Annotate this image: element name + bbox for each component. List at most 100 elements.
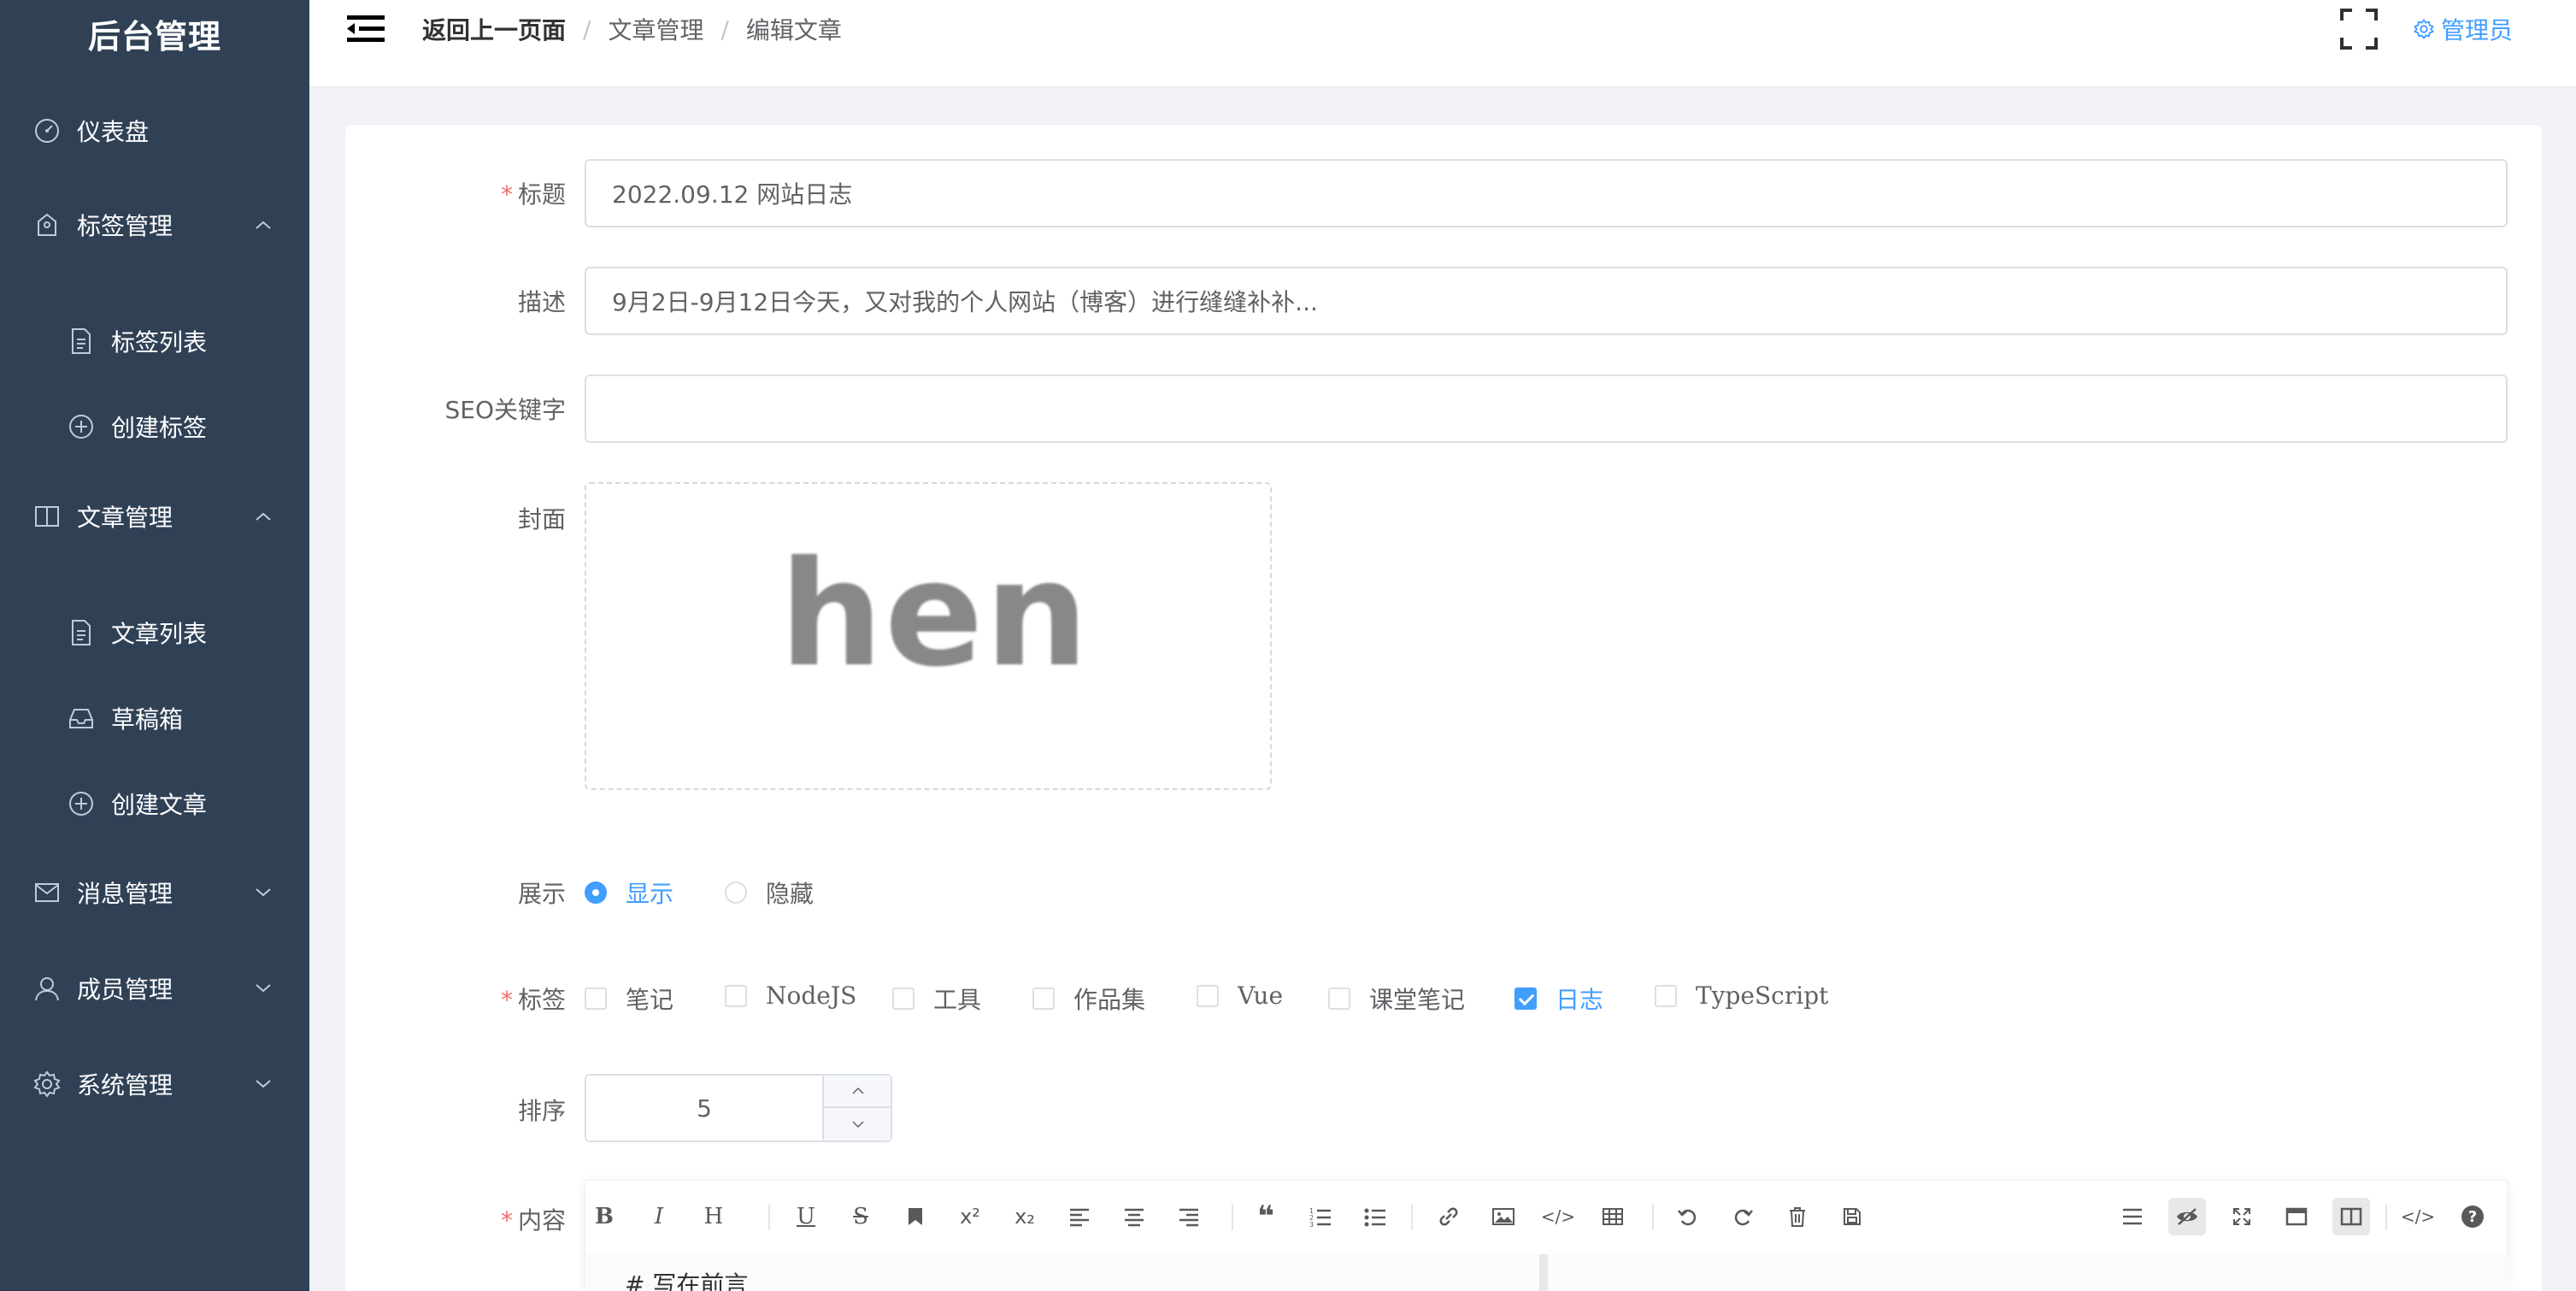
sidebar-item-tag-management[interactable]: 标签管理	[0, 191, 309, 259]
tag-checkbox-nodejs[interactable]: NodeJS	[725, 982, 856, 1010]
align-right-icon[interactable]	[1170, 1198, 1208, 1235]
message-icon	[32, 878, 62, 907]
breadcrumb-item[interactable]: 文章管理	[608, 12, 703, 46]
admin-label: 管理员	[2441, 16, 2514, 44]
unordered-list-icon[interactable]	[1356, 1198, 1394, 1235]
tag-checkbox-vue[interactable]: Vue	[1197, 982, 1283, 1010]
checkbox	[1655, 984, 1677, 1007]
align-center-icon[interactable]	[1115, 1198, 1153, 1235]
table-icon[interactable]	[1594, 1198, 1632, 1235]
description-input[interactable]: 9月2日-9月12日今天，又对我的个人网站（博客）进行缝缝补补...	[585, 267, 2508, 335]
sidebar-item-member-management[interactable]: 成员管理	[0, 954, 309, 1023]
pane-divider[interactable]	[1539, 1254, 1548, 1291]
sidebar-item-label: 文章列表	[111, 620, 208, 648]
sidebar-item-label: 草稿箱	[111, 705, 184, 734]
fullscreen-icon[interactable]	[2223, 1198, 2261, 1235]
editor-toolbar: B I H U S x² x₂ ❝ 123 </> </> ?	[585, 1181, 2508, 1254]
align-left-icon[interactable]	[1061, 1198, 1098, 1235]
app-logo: 后台管理	[87, 18, 221, 56]
quote-icon[interactable]: ❝	[1247, 1198, 1285, 1235]
tag-checkbox-tools[interactable]: 工具	[892, 982, 981, 1016]
italic-icon[interactable]: I	[640, 1198, 678, 1235]
sidebar-item-drafts[interactable]: 草稿箱	[0, 684, 309, 752]
save-icon[interactable]	[1833, 1198, 1871, 1235]
sidebar-item-label: 标签管理	[77, 212, 173, 240]
preview-toggle-icon[interactable]	[2168, 1198, 2206, 1235]
strikethrough-icon[interactable]: S	[842, 1198, 879, 1235]
link-icon[interactable]	[1430, 1198, 1467, 1235]
book-icon	[32, 502, 62, 531]
chevron-down-icon	[852, 1121, 864, 1129]
ordered-list-icon[interactable]: 123	[1302, 1198, 1339, 1235]
tag-checkbox-class-notes[interactable]: 课堂笔记	[1328, 982, 1465, 1016]
sidebar-item-label: 消息管理	[77, 880, 173, 908]
checkbox	[725, 984, 747, 1007]
plus-circle-icon	[67, 412, 96, 441]
tag-checkbox-log[interactable]: 日志	[1514, 982, 1603, 1016]
menu-icon[interactable]	[2114, 1198, 2151, 1235]
split-view-icon[interactable]	[2332, 1198, 2370, 1235]
superscript-icon[interactable]: x²	[951, 1198, 989, 1235]
checkbox	[1197, 984, 1219, 1007]
window-icon[interactable]	[2278, 1198, 2315, 1235]
tag-checkbox-notes[interactable]: 笔记	[585, 982, 673, 1016]
checkbox-checked	[1514, 987, 1537, 1010]
checkbox	[585, 987, 607, 1010]
top-header: 返回上一页面 / 文章管理 / 编辑文章 管理员	[309, 0, 2576, 87]
sidebar-item-article-management[interactable]: 文章管理	[0, 482, 309, 551]
sidebar-item-system-management[interactable]: 系统管理	[0, 1050, 309, 1118]
dashboard-icon	[32, 116, 62, 145]
user-icon	[32, 974, 62, 1003]
breadcrumb-item-current: 编辑文章	[745, 16, 842, 44]
redo-icon[interactable]	[1724, 1198, 1761, 1235]
trash-icon[interactable]	[1779, 1198, 1816, 1235]
bookmark-icon[interactable]	[897, 1198, 934, 1235]
sidebar-item-label: 仪表盘	[77, 118, 150, 146]
decrement-button[interactable]	[824, 1108, 892, 1141]
sidebar: 后台管理 仪表盘 标签管理 标签列表 创建标签 文章管理 文章列表 草稿箱 创建…	[0, 0, 309, 1291]
display-radio-hide[interactable]: 隐藏	[725, 875, 814, 910]
heading-icon[interactable]: H	[695, 1198, 732, 1235]
seo-keywords-input[interactable]	[585, 374, 2508, 443]
sidebar-toggle-icon[interactable]	[347, 14, 385, 44]
title-input[interactable]: 2022.09.12 网站日志	[585, 159, 2508, 227]
bold-icon[interactable]: B	[585, 1198, 623, 1235]
sort-value[interactable]: 5	[586, 1076, 822, 1141]
tag-checkbox-typescript[interactable]: TypeScript	[1655, 982, 1828, 1010]
sidebar-item-create-tag[interactable]: 创建标签	[0, 392, 309, 461]
display-radio-show[interactable]: 显示	[585, 875, 673, 910]
sidebar-item-message-management[interactable]: 消息管理	[0, 858, 309, 927]
code-icon[interactable]: </>	[1539, 1198, 1577, 1235]
sidebar-item-create-article[interactable]: 创建文章	[0, 769, 309, 838]
html-code-icon[interactable]: </>	[2399, 1198, 2437, 1235]
admin-menu[interactable]: 管理员	[2414, 12, 2513, 46]
undo-icon[interactable]	[1669, 1198, 1707, 1235]
image-icon[interactable]	[1485, 1198, 1522, 1235]
content-label: * 内容	[500, 1206, 566, 1235]
sort-number-input[interactable]: 5	[585, 1074, 892, 1142]
help-icon[interactable]: ?	[2454, 1198, 2491, 1235]
underline-icon[interactable]: U	[787, 1198, 825, 1235]
markdown-editor[interactable]: B I H U S x² x₂ ❝ 123 </> </> ? # 写在前言	[585, 1180, 2508, 1291]
sidebar-item-article-list[interactable]: 文章列表	[0, 598, 309, 667]
tags-label: * 标签	[500, 986, 566, 1014]
editor-preview-pane	[1548, 1254, 2508, 1291]
document-icon	[67, 618, 96, 647]
svg-text:3: 3	[1309, 1221, 1314, 1227]
chevron-up-icon	[253, 215, 273, 235]
sidebar-item-tag-list[interactable]: 标签列表	[0, 307, 309, 375]
subscript-icon[interactable]: x₂	[1006, 1198, 1044, 1235]
increment-button[interactable]	[824, 1076, 892, 1108]
editor-first-line: # 写在前言	[625, 1270, 749, 1291]
fullscreen-icon[interactable]	[2340, 9, 2378, 50]
chevron-up-icon	[852, 1087, 864, 1094]
display-label: 展示	[517, 880, 566, 908]
inbox-icon	[67, 704, 96, 733]
sidebar-item-label: 成员管理	[77, 976, 173, 1004]
breadcrumb-back-link[interactable]: 返回上一页面	[422, 12, 566, 46]
breadcrumb: 返回上一页面 / 文章管理 / 编辑文章	[422, 12, 842, 46]
cover-image-uploader[interactable]: hen	[585, 482, 1272, 790]
plus-circle-icon	[67, 789, 96, 818]
sidebar-item-dashboard[interactable]: 仪表盘	[0, 97, 309, 165]
tag-checkbox-portfolio[interactable]: 作品集	[1032, 982, 1145, 1016]
